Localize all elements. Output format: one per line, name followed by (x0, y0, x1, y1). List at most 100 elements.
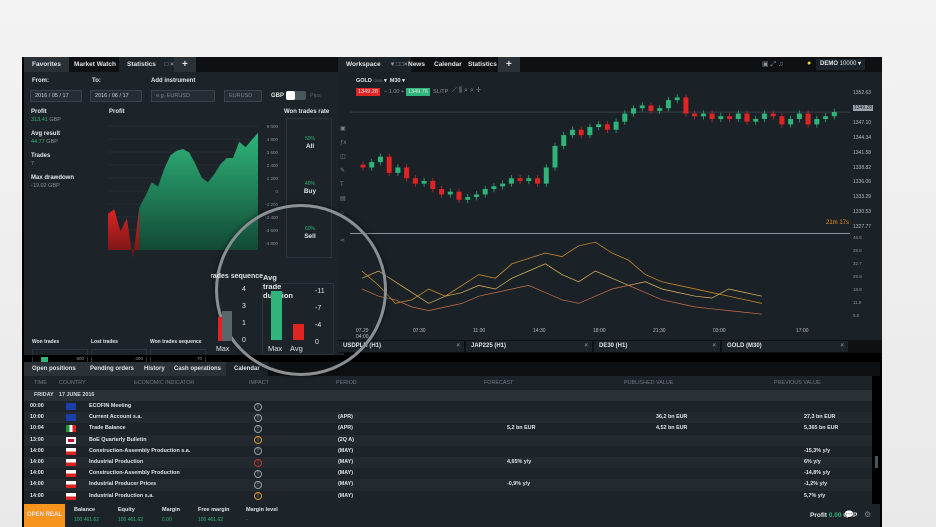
candle (596, 121, 602, 131)
chat-icon[interactable]: 💬 (844, 510, 854, 519)
stat-value-line: 44.77 GBP (31, 139, 74, 145)
row-indicator: ECOFIN Meeting (89, 403, 132, 409)
bar-label: Avg (290, 344, 303, 353)
candle (700, 110, 706, 120)
table-row[interactable]: 10:00 Current Account s.a.! (APR) 36,2 bn E… (24, 412, 872, 424)
table-row[interactable]: 14:00 Construction-Assembly Production! (M… (24, 468, 872, 480)
instrument-search-input[interactable]: e.g. EURUSD (151, 90, 215, 102)
instrument-tab-label: JAP225 (H1) (471, 343, 507, 349)
table-row[interactable]: 00:00 ECOFIN Meeting! (24, 401, 872, 413)
candle (360, 161, 366, 171)
table-row[interactable]: 14:00 Industrial Production! (MAY) 4,65% y/… (24, 457, 872, 469)
candle (561, 131, 567, 150)
row-forecast: 5,2 bn EUR (507, 425, 536, 432)
row-time: 14:00 (30, 447, 44, 454)
scrollbar[interactable] (875, 456, 878, 468)
add-tab-button[interactable]: + (498, 57, 520, 72)
impact-icon: ! (254, 447, 262, 456)
close-icon[interactable]: × (712, 341, 716, 352)
price-tick: 1352.63 (853, 90, 872, 96)
row-period: (APR) (338, 414, 353, 421)
table-row[interactable]: 13:00 BoE Quarterly Bulletin! (2Q A) (24, 434, 872, 446)
close-icon[interactable]: × (456, 341, 460, 352)
table-row[interactable]: 14:00 Industrial Production s.a.! (MAY) 5,7… (24, 490, 872, 502)
candle (805, 110, 811, 128)
pips-toggle[interactable] (286, 91, 306, 100)
column-header[interactable]: IMPACT (249, 378, 269, 389)
country-flag-icon (66, 436, 76, 444)
table-row[interactable]: 14:00 Construction-Assembly Production s.… (24, 445, 872, 457)
candle (421, 177, 427, 187)
table-row[interactable]: 14:00 Industrial Producer Prices! (MAY) -0,… (24, 479, 872, 491)
close-icon[interactable]: □ × (164, 57, 174, 72)
candle (386, 153, 392, 177)
add-tab-button[interactable]: + (174, 57, 196, 72)
row-time: 14:00 (30, 492, 44, 499)
price-tick: 1341.58 (853, 149, 872, 156)
column-header[interactable]: COUNTRY (59, 378, 86, 389)
settings-icon[interactable]: ⚙ (864, 510, 871, 519)
candle (569, 126, 575, 139)
country-flag-icon (66, 481, 76, 489)
status-bar: OPEN REAL Balance 100 461.62 Equity 100 461… (24, 504, 880, 527)
tab-market-watch[interactable]: Market Watch (66, 57, 124, 72)
table-row[interactable]: 10:04 Trade Balance! (APR) 5,2 bn EUR 4,52 b… (24, 423, 872, 435)
osc-tick: 18.8 (853, 287, 862, 292)
instrument-tab[interactable]: DE30 (H1) × (594, 341, 720, 352)
stat-label: Trades (31, 153, 51, 159)
time-tick: 03:00 (713, 328, 726, 334)
avg-bar (293, 323, 304, 340)
time-tick: 17:00 (796, 328, 809, 334)
row-time: 14:00 (30, 470, 44, 477)
stat-value: -19.02 GBP (31, 183, 60, 189)
bottom-tab[interactable]: Pending orders (82, 362, 143, 376)
row-indicator: Current Account s.a. (89, 414, 142, 421)
column-header[interactable]: ECONOMIC INDICATOR (134, 378, 194, 389)
instrument-select[interactable]: EURUSD (224, 90, 262, 102)
bottom-tab[interactable]: Open positions (24, 362, 84, 376)
date-value: 17 JUNE 2016 (59, 392, 95, 398)
to-date-field[interactable]: 2016 / 06 / 17 (90, 90, 142, 102)
status-value: 100 461.62 (198, 517, 224, 523)
from-date-field[interactable]: 2016 / 05 / 17 (30, 90, 82, 102)
column-header[interactable]: PERIOD (336, 378, 357, 389)
column-header[interactable]: TIME (34, 378, 47, 389)
candle (447, 188, 453, 198)
profit-value: 0.00 (828, 512, 842, 519)
from-date-value: 2016 / 05 / 17 (35, 93, 69, 99)
country-flag-icon (66, 470, 76, 478)
row-indicator: Industrial Production s.a. (89, 492, 154, 499)
instrument-tab[interactable]: GOLD (M30) × (722, 341, 848, 352)
close-icon[interactable]: × (840, 341, 844, 352)
open-real-button[interactable]: OPEN REAL (24, 504, 65, 527)
candle (631, 104, 637, 117)
currency-label: GBP (271, 93, 285, 99)
row-published: 4,52 bn EUR (656, 425, 688, 432)
candle (430, 177, 436, 193)
column-header[interactable]: PREVIOUS VALUE (774, 378, 821, 389)
instrument-tab[interactable]: JAP225 (H1) × (466, 341, 592, 352)
status-label: Margin level (246, 507, 278, 513)
candlestick-chart[interactable] (350, 72, 850, 247)
column-header[interactable]: PUBLISHED VALUE (624, 378, 673, 389)
to-label: To: (92, 78, 101, 84)
impact-icon: ! (254, 480, 262, 489)
layout-icons[interactable]: ▣ ⤢ ♫ (762, 60, 783, 69)
stat-item: Trades 7 (31, 153, 74, 167)
row-time: 14:00 (30, 459, 44, 465)
date-row: FRIDAY 17 JUNE 2016 (24, 390, 872, 402)
account-select[interactable]: DEMO 10000 ▾ (816, 59, 866, 70)
loss-area (108, 207, 140, 258)
close-icon[interactable]: × (584, 341, 588, 352)
column-header[interactable]: FORECAST (484, 378, 513, 389)
pane-divider[interactable] (350, 233, 850, 234)
candle (587, 123, 593, 139)
bottom-tab[interactable]: Cash operations (166, 362, 230, 376)
tab-favorites[interactable]: Favorites (24, 57, 69, 72)
gauge-label: All (305, 143, 315, 150)
axis-tick: 0 (242, 337, 246, 344)
candle (526, 175, 532, 185)
stat-value-line: 313.41 GBP (31, 117, 74, 123)
stat-label: Avg result (31, 131, 61, 137)
tab-statistics[interactable]: Statistics □ × (119, 57, 178, 72)
